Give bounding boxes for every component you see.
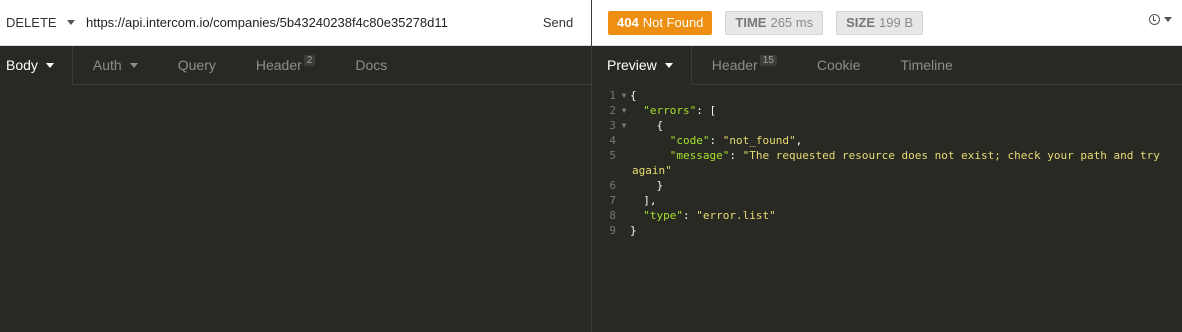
line-number: 5 [609,149,616,162]
chevron-down-icon [66,20,75,25]
code-line: 7 ], [592,193,1182,208]
chevron-down-icon [45,62,54,68]
time-label: TIME [735,15,767,30]
tab-header[interactable]: Header 2 [236,46,335,85]
line-number: 8 [609,209,616,222]
json-key: "code" [669,134,710,147]
response-body-viewer[interactable]: 1 ▼ { 2 ▼ "errors": [ 3 ▼ { 4 "code": "n… [592,88,1182,238]
response-status-bar: 404 Not Found TIME 265 ms SIZE 199 B [592,0,1182,46]
tab-preview-label: Preview [607,57,657,73]
tab-response-header[interactable]: Header 15 [692,46,797,85]
response-tabs: Preview Header 15 Cookie Timeline [592,45,1182,85]
tab-body[interactable]: Body [0,45,73,85]
tab-cookie[interactable]: Cookie [797,46,881,85]
json-value-continued: again" [632,164,672,177]
line-number: 6 [609,179,616,192]
tab-docs[interactable]: Docs [335,46,407,85]
clock-icon [1149,14,1160,25]
url-input[interactable]: https://api.intercom.io/companies/5b4324… [80,15,525,30]
code-text: "type": "error.list" [643,209,776,222]
code-text: } [630,224,637,237]
code-line: 5 "message": "The requested resource doe… [592,148,1182,163]
header-count-badge: 2 [303,54,316,66]
tab-cookie-label: Cookie [816,57,861,73]
json-key: "type" [643,209,683,222]
size-value: 199 B [879,15,913,30]
code-text: { [630,119,664,132]
code-line: 2 ▼ "errors": [ [592,103,1182,118]
time-badge: TIME 265 ms [725,10,824,35]
status-code: 404 [617,15,639,30]
json-value: "The requested resource does not exist; … [742,149,1160,162]
method-dropdown[interactable]: DELETE [0,0,80,45]
tab-docs-label: Docs [355,57,388,73]
json-value: "not_found" [722,134,796,147]
time-value: 265 ms [770,15,814,30]
tab-preview[interactable]: Preview [592,45,692,85]
history-dropdown[interactable] [1149,14,1172,25]
json-key: "errors" [643,104,697,117]
code-line: 4 "code": "not_found", [592,133,1182,148]
chevron-down-icon [1164,17,1172,22]
line-number: 2 [609,104,616,117]
request-pane: DELETE https://api.intercom.io/companies… [0,0,591,332]
line-number: 4 [609,134,616,147]
line-number: 3 [609,119,616,132]
code-text: } [630,179,664,192]
tab-header-label: Header [255,57,302,73]
code-line: 6 } [592,178,1182,193]
size-label: SIZE [846,15,876,30]
code-line: 1 ▼ { [592,88,1182,103]
code-text: "code": "not_found", [669,134,803,147]
chevron-down-icon [664,62,673,68]
fold-arrow-icon[interactable]: ▼ [618,88,630,103]
request-tabs: Body Auth Query Header 2 Docs [0,45,591,85]
code-line: 3 ▼ { [592,118,1182,133]
tab-timeline-label: Timeline [900,57,953,73]
code-line: 8 "type": "error.list" [592,208,1182,223]
tab-auth[interactable]: Auth [73,46,158,85]
tab-body-label: Body [6,57,38,73]
tab-query-label: Query [177,57,216,73]
method-label: DELETE [6,15,57,30]
code-line-wrap: again" [592,163,1182,178]
response-header-count-badge: 15 [759,54,777,66]
code-line: 9 } [592,223,1182,238]
line-number: 1 [609,89,616,102]
fold-arrow-icon[interactable]: ▼ [618,118,630,133]
code-text: "message": "The requested resource does … [669,149,1160,162]
chevron-down-icon [129,62,138,68]
status-badge: 404 Not Found [608,10,713,35]
code-text: "errors": [ [643,104,717,117]
tab-response-header-label: Header [711,57,758,73]
line-number: 9 [609,224,616,237]
code-text: { [630,89,637,102]
fold-arrow-icon[interactable]: ▼ [618,103,630,118]
code-text: ], [630,194,657,207]
status-text: Not Found [642,15,704,30]
tab-query[interactable]: Query [158,46,236,85]
send-button[interactable]: Send [525,15,591,30]
tab-timeline[interactable]: Timeline [880,46,972,85]
tab-auth-label: Auth [92,57,122,73]
json-key: "message" [669,149,730,162]
json-value: "error.list" [696,209,776,222]
response-pane: 404 Not Found TIME 265 ms SIZE 199 B Pre… [592,0,1182,332]
app-window: DELETE https://api.intercom.io/companies… [0,0,1182,332]
size-badge: SIZE 199 B [836,10,923,35]
url-bar: DELETE https://api.intercom.io/companies… [0,0,591,46]
line-number: 7 [609,194,616,207]
